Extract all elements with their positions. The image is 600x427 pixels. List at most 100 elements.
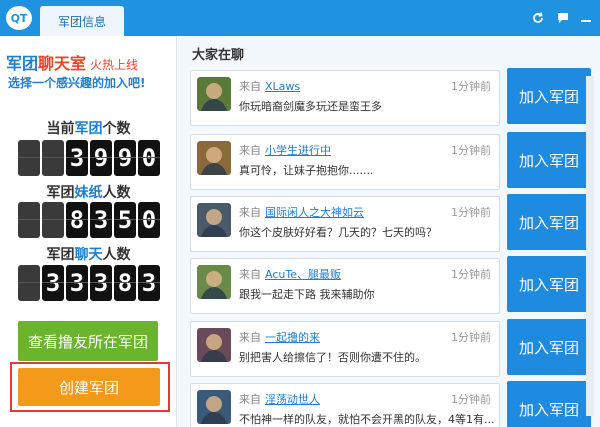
tab-legion-info[interactable]: 军团信息: [40, 6, 124, 36]
user-avatar[interactable]: [197, 390, 231, 424]
counter-digit: 8: [114, 265, 136, 301]
message-source: 来自 AcuTe、腿最贩: [239, 266, 341, 282]
user-avatar[interactable]: [197, 77, 231, 111]
chat-row: 来自 AcuTe、腿最贩 1分钟前跟我一起走下路 我来辅助你 加入军团: [190, 256, 591, 314]
join-legion-button[interactable]: 加入军团: [507, 68, 591, 124]
message-source: 来自 淫荡动世人: [239, 391, 320, 407]
chat-row: 来自 淫荡动世人 1分钟前不怕神一样的队友，就怕不会开黑的队友，4等1有... 加入军…: [190, 381, 591, 427]
username-link[interactable]: AcuTe、腿最贩: [265, 268, 341, 281]
user-avatar[interactable]: [197, 141, 231, 175]
promo-headline: 军团聊天室 火热上线: [6, 50, 138, 74]
message-text: 真可怜，让妹子抱抱你.......: [239, 164, 374, 177]
user-avatar[interactable]: [197, 328, 231, 362]
promo-subline: 选择一个感兴趣的加入吧!: [8, 76, 146, 90]
message-text: 不怕神一样的队友，就怕不会开黑的队友，4等1有...: [239, 413, 495, 426]
join-legion-button[interactable]: 加入军团: [507, 256, 591, 312]
create-legion-button[interactable]: 创建军团: [18, 368, 160, 406]
minimize-icon[interactable]: [576, 8, 596, 28]
app-logo: QT: [6, 6, 32, 30]
counter-digit: 0: [138, 202, 160, 238]
counter-girls-count: 8 3 5 0: [18, 202, 160, 238]
counter-digit: 8: [66, 202, 88, 238]
stat-label-legion-count: 当前军团个数: [0, 118, 177, 138]
counter-digit: 3: [66, 140, 88, 176]
refresh-icon[interactable]: [528, 8, 548, 28]
title-bar: QT 军团信息: [0, 0, 600, 36]
chat-panel-title: 大家在聊: [192, 48, 245, 63]
username-link[interactable]: 一起撸的来: [265, 331, 320, 344]
stat-label-text: 军团: [46, 185, 75, 201]
from-label: 来自: [239, 268, 261, 281]
chat-row: 来自 一起撸的来 1分钟前别把害人给擦信了！否则你遭不住的。 加入军团: [190, 319, 591, 377]
message-source: 来自 小学生进行中: [239, 142, 331, 158]
counter-digit: 9: [114, 140, 136, 176]
user-avatar[interactable]: [197, 265, 231, 299]
counter-digit: [18, 202, 40, 238]
message-text: 别把害人给擦信了！否则你遭不住的。: [239, 351, 426, 364]
join-legion-button[interactable]: 加入军团: [507, 381, 591, 427]
counter-digit: [18, 140, 40, 176]
message-source: 来自 国际闲人之大神如云: [239, 204, 364, 220]
chat-card[interactable]: 来自 一起撸的来 1分钟前别把害人给擦信了！否则你遭不住的。: [190, 321, 500, 377]
username-link[interactable]: XLaws: [265, 80, 300, 93]
left-panel: 军团聊天室 火热上线 选择一个感兴趣的加入吧! 当前军团个数 3 9 9 0 军团…: [0, 36, 177, 427]
join-legion-button[interactable]: 加入军团: [507, 319, 591, 375]
counter-digit: 3: [138, 265, 160, 301]
chat-row: 来自 小学生进行中 1分钟前真可怜，让妹子抱抱你....... 加入军团: [190, 132, 591, 190]
counter-digit: 0: [138, 140, 160, 176]
message-text: 跟我一起走下路 我来辅助你: [239, 288, 375, 301]
chat-scrollbar[interactable]: [586, 76, 594, 416]
stat-label-chat-count: 军团聊天人数: [0, 244, 177, 264]
counter-digit: [18, 265, 40, 301]
counter-digit: 3: [42, 265, 64, 301]
counter-digit: 9: [90, 140, 112, 176]
chat-row: 来自 XLaws 1分钟前 你玩暗裔剑魔多玩还是蛮王多 加入军团: [190, 68, 591, 126]
message-source: 来自 一起撸的来: [239, 329, 320, 345]
chat-row: 来自 国际闲人之大神如云 1分钟前你这个皮肤好好看？几天的？七天的吗？ 加入军团: [190, 194, 591, 252]
promo-text-a: 军团: [6, 54, 39, 73]
message-time: 1分钟前: [451, 144, 491, 157]
username-link[interactable]: 淫荡动世人: [265, 393, 320, 406]
message-source: 来自 XLaws: [239, 78, 300, 94]
username-link[interactable]: 国际闲人之大神如云: [265, 206, 364, 219]
view-friends-legion-button[interactable]: 查看撸友所在军团: [18, 321, 158, 361]
promo-text-highlight: 聊天室: [38, 54, 87, 73]
message-time: 1分钟前: [451, 331, 491, 344]
stat-label-highlight: 军团: [74, 121, 103, 137]
from-label: 来自: [239, 80, 261, 93]
message-time: 1分钟前: [451, 206, 491, 219]
chat-card[interactable]: 来自 XLaws 1分钟前 你玩暗裔剑魔多玩还是蛮王多: [190, 70, 500, 126]
counter-digit: [42, 140, 64, 176]
chat-card[interactable]: 来自 小学生进行中 1分钟前真可怜，让妹子抱抱你.......: [190, 134, 500, 190]
username-link[interactable]: 小学生进行中: [265, 144, 331, 157]
chat-icon[interactable]: [553, 8, 573, 28]
chat-panel: 大家在聊 来自 XLaws 1分钟前 你玩暗裔剑魔多玩还是蛮王多 加入军团 来自 小学生进行…: [178, 36, 600, 427]
counter-chat-count: 3 3 3 8 3: [18, 265, 160, 301]
message-time: 1分钟前: [451, 268, 491, 281]
counter-digit: 3: [66, 265, 88, 301]
stat-label-text: 人数: [102, 185, 131, 201]
chat-card[interactable]: 来自 国际闲人之大神如云 1分钟前你这个皮肤好好看？几天的？七天的吗？: [190, 196, 500, 252]
counter-digit: 3: [90, 265, 112, 301]
join-legion-button[interactable]: 加入军团: [507, 132, 591, 188]
stat-label-text: 军团: [46, 247, 75, 263]
from-label: 来自: [239, 393, 261, 406]
message-time: 1分钟前: [451, 80, 491, 93]
message-time: 1分钟前: [451, 393, 491, 406]
promo-subtext: 火热上线: [90, 58, 139, 72]
counter-digit: [42, 202, 64, 238]
counter-legion-count: 3 9 9 0: [18, 140, 160, 176]
join-legion-button[interactable]: 加入军团: [507, 194, 591, 250]
from-label: 来自: [239, 206, 261, 219]
chat-card[interactable]: 来自 淫荡动世人 1分钟前不怕神一样的队友，就怕不会开黑的队友，4等1有...: [190, 383, 500, 427]
user-avatar[interactable]: [197, 203, 231, 237]
stat-label-girls-count: 军团妹纸人数: [0, 182, 177, 202]
message-text: 你这个皮肤好好看？几天的？七天的吗？: [239, 226, 437, 239]
stat-label-text: 当前: [46, 121, 75, 137]
counter-digit: 5: [114, 202, 136, 238]
from-label: 来自: [239, 144, 261, 157]
counter-digit: 3: [90, 202, 112, 238]
stat-label-highlight: 聊天: [74, 247, 103, 263]
stat-label-text: 人数: [102, 247, 131, 263]
chat-card[interactable]: 来自 AcuTe、腿最贩 1分钟前跟我一起走下路 我来辅助你: [190, 258, 500, 314]
